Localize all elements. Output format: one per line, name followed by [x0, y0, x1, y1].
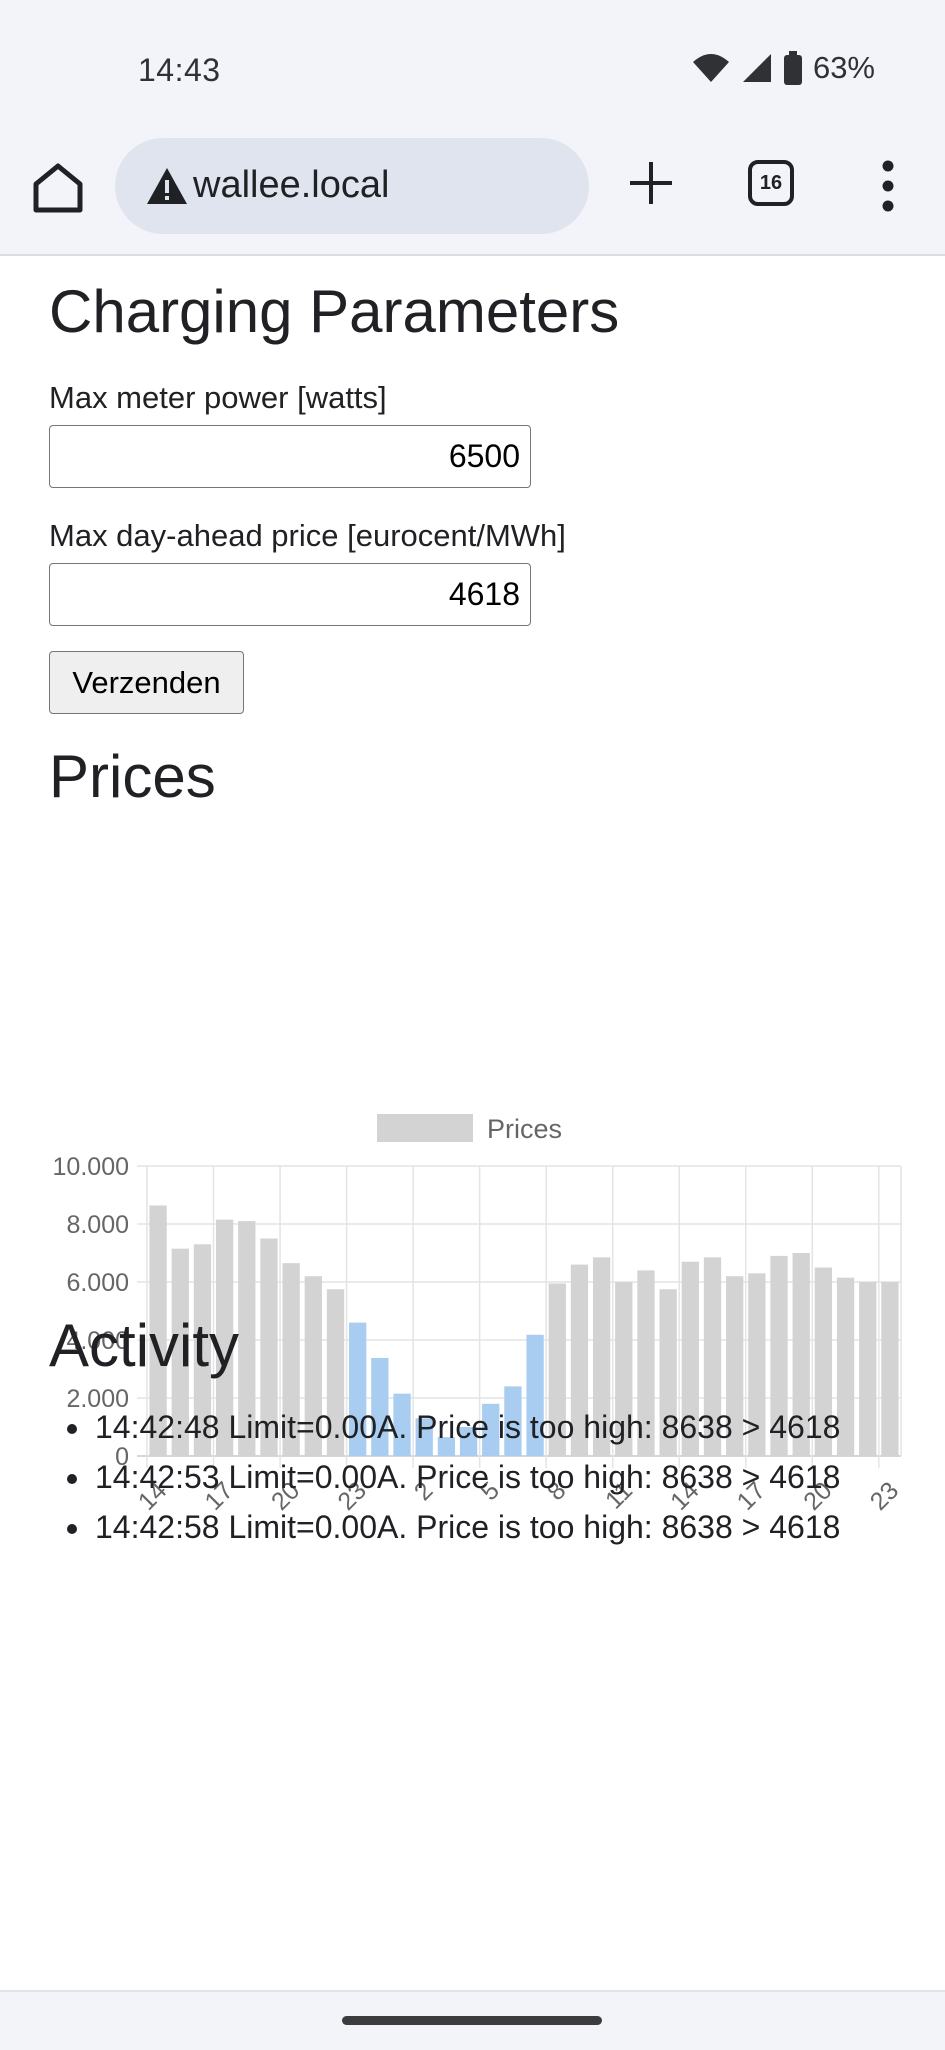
price-bar: [859, 1282, 877, 1456]
status-bar: 14:43 63%: [0, 0, 945, 130]
legend-swatch: [377, 1114, 473, 1142]
warning-icon[interactable]: [145, 166, 189, 206]
max-power-input[interactable]: [49, 425, 531, 488]
tab-switcher-button[interactable]: 16: [748, 160, 794, 206]
prices-heading: Prices: [49, 743, 216, 810]
max-power-label: Max meter power [watts]: [49, 380, 387, 415]
y-tick-label: 10.000: [53, 1153, 129, 1181]
y-tick-label: 6.000: [66, 1269, 129, 1297]
submit-button[interactable]: Verzenden: [49, 651, 244, 714]
home-icon[interactable]: [30, 160, 86, 216]
browser-toolbar: wallee.local 16: [0, 130, 945, 256]
price-bar: [881, 1282, 899, 1456]
signal-icon: [742, 54, 771, 82]
new-tab-icon[interactable]: [628, 160, 674, 206]
activity-item: 14:42:58 Limit=0.00A. Price is too high:…: [93, 1502, 840, 1552]
legend-label: Prices: [487, 1114, 562, 1144]
y-tick-label: 8.000: [66, 1211, 129, 1239]
activity-item: 14:42:53 Limit=0.00A. Price is too high:…: [93, 1452, 840, 1502]
home-gesture-handle[interactable]: [342, 2016, 602, 2025]
activity-item: 14:42:48 Limit=0.00A. Price is too high:…: [93, 1402, 840, 1452]
url-text: wallee.local: [193, 164, 390, 206]
max-price-label: Max day-ahead price [eurocent/MWh]: [49, 518, 566, 553]
battery-icon: [783, 51, 802, 85]
status-time: 14:43: [138, 52, 221, 88]
battery-percentage: 63%: [812, 50, 875, 85]
activity-heading: Activity: [49, 1312, 240, 1379]
activity-list: 14:42:48 Limit=0.00A. Price is too high:…: [49, 1402, 840, 1552]
navigation-bar: [0, 1990, 945, 2050]
wifi-icon: [692, 54, 729, 82]
more-menu-icon[interactable]: [880, 158, 896, 214]
address-bar[interactable]: wallee.local: [115, 138, 589, 234]
max-price-input[interactable]: [49, 563, 531, 626]
x-tick-label: 23: [865, 1476, 904, 1515]
charging-parameters-heading: Charging Parameters: [49, 278, 620, 345]
status-icons: 63%: [691, 50, 875, 86]
